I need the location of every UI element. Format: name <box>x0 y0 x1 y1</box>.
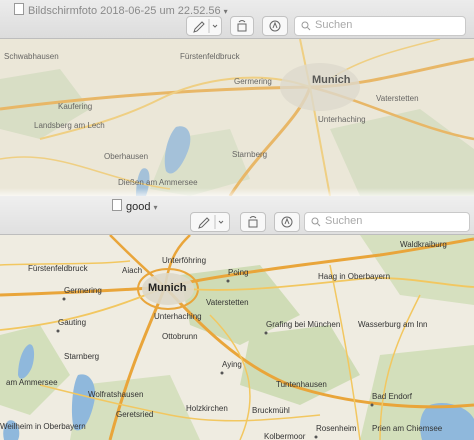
chevron-down-icon[interactable]: ▾ <box>224 7 228 16</box>
annotate-button[interactable] <box>262 16 288 36</box>
map-label-rosenheim: Rosenheim <box>316 424 357 433</box>
search-input-front[interactable]: Suchen <box>304 212 470 232</box>
map-label-bruckmuehl: Bruckmühl <box>252 406 290 415</box>
map-label-unterhaching: Unterhaching <box>318 115 366 124</box>
rotate-button[interactable] <box>240 212 266 232</box>
map-label-diessen: Dießen am Ammersee <box>118 178 198 187</box>
map-label-unterhaching: Unterhaching <box>154 312 202 321</box>
search-icon <box>311 217 321 227</box>
map-label-oberhausen: Oberhausen <box>104 152 148 161</box>
map-label-wolfratshausen: Wolfratshausen <box>88 390 143 399</box>
map-label-geretsried: Geretsried <box>116 410 153 419</box>
window-title-back: Bildschirmfoto 2018-06-25 um 22.52.56 ▾ <box>14 3 474 17</box>
map-label-weilheim: Weilheim in Oberbayern <box>0 422 86 431</box>
map-label-wasserburg: Wasserburg am Inn <box>358 320 428 329</box>
map-view-back[interactable]: Schwabhausen Fürstenfeldbruck Germering … <box>0 39 474 196</box>
screenshot-window-front: Unterföhring Waldkraiburg Fürstenfeldbru… <box>0 196 474 440</box>
map-label-ottobrunn: Ottobrunn <box>162 332 198 341</box>
map-label-poing: Poing <box>228 268 248 277</box>
markup-pen-button[interactable] <box>190 212 230 232</box>
map-label-bad-endorf: Bad Endorf <box>372 392 413 401</box>
map-label-schwabhausen: Schwabhausen <box>4 52 59 61</box>
map-label-germering: Germering <box>234 77 272 86</box>
map-label-gauting: Gauting <box>58 318 86 327</box>
map-label-kaufering: Kaufering <box>58 102 92 111</box>
title-bar-front[interactable]: good ▾ Suchen <box>0 196 474 235</box>
map-label-germering: Germering <box>64 286 102 295</box>
window-title-front: good ▾ <box>112 199 474 213</box>
map-label-aiach: Aiach <box>122 266 142 275</box>
map-label-starnberg: Starnberg <box>232 150 267 159</box>
map-label-holzkirchen: Holzkirchen <box>186 404 228 413</box>
annotate-button[interactable] <box>274 212 300 232</box>
screenshot-window-back: Schwabhausen Fürstenfeldbruck Germering … <box>0 0 474 196</box>
map-view-front[interactable]: Unterföhring Waldkraiburg Fürstenfeldbru… <box>0 235 474 440</box>
map-label-ammersee: am Ammersee <box>6 378 58 387</box>
map-label-waldkraiburg: Waldkraiburg <box>400 240 447 249</box>
map-label-grafing: Grafing bei München <box>266 320 340 329</box>
map-label-starnberg: Starnberg <box>64 352 99 361</box>
search-icon <box>301 21 311 31</box>
map-label-vaterstetten: Vaterstetten <box>206 298 249 307</box>
map-label-prien: Prien am Chiemsee <box>372 424 443 433</box>
document-icon <box>112 199 122 211</box>
chevron-down-icon[interactable]: ▾ <box>153 203 157 212</box>
map-label-vaterstetten: Vaterstetten <box>376 94 419 103</box>
map-label-unterfoehring: Unterföhring <box>162 256 206 265</box>
document-icon <box>14 3 24 15</box>
map-label-haag: Haag in Oberbayern <box>318 272 390 281</box>
map-label-tuntenhausen: Tuntenhausen <box>276 380 327 389</box>
map-label-fuerstenfeldbruck: Fürstenfeldbruck <box>180 52 241 61</box>
map-label-landsberg: Landsberg am Lech <box>34 121 105 130</box>
search-input-back[interactable]: Suchen <box>294 16 466 36</box>
window-shadow <box>0 188 474 196</box>
rotate-button[interactable] <box>230 16 254 36</box>
map-label-kolbermoor: Kolbermoor <box>264 432 306 440</box>
map-label-fuerstenfeldbruck: Fürstenfeldbruck <box>28 264 89 273</box>
map-label-munich: Munich <box>148 282 187 294</box>
title-bar-back[interactable]: Bildschirmfoto 2018-06-25 um 22.52.56 ▾ S… <box>0 0 474 39</box>
map-label-munich: Munich <box>312 74 351 86</box>
markup-pen-button[interactable] <box>186 16 222 36</box>
map-label-aying: Aying <box>222 360 242 369</box>
